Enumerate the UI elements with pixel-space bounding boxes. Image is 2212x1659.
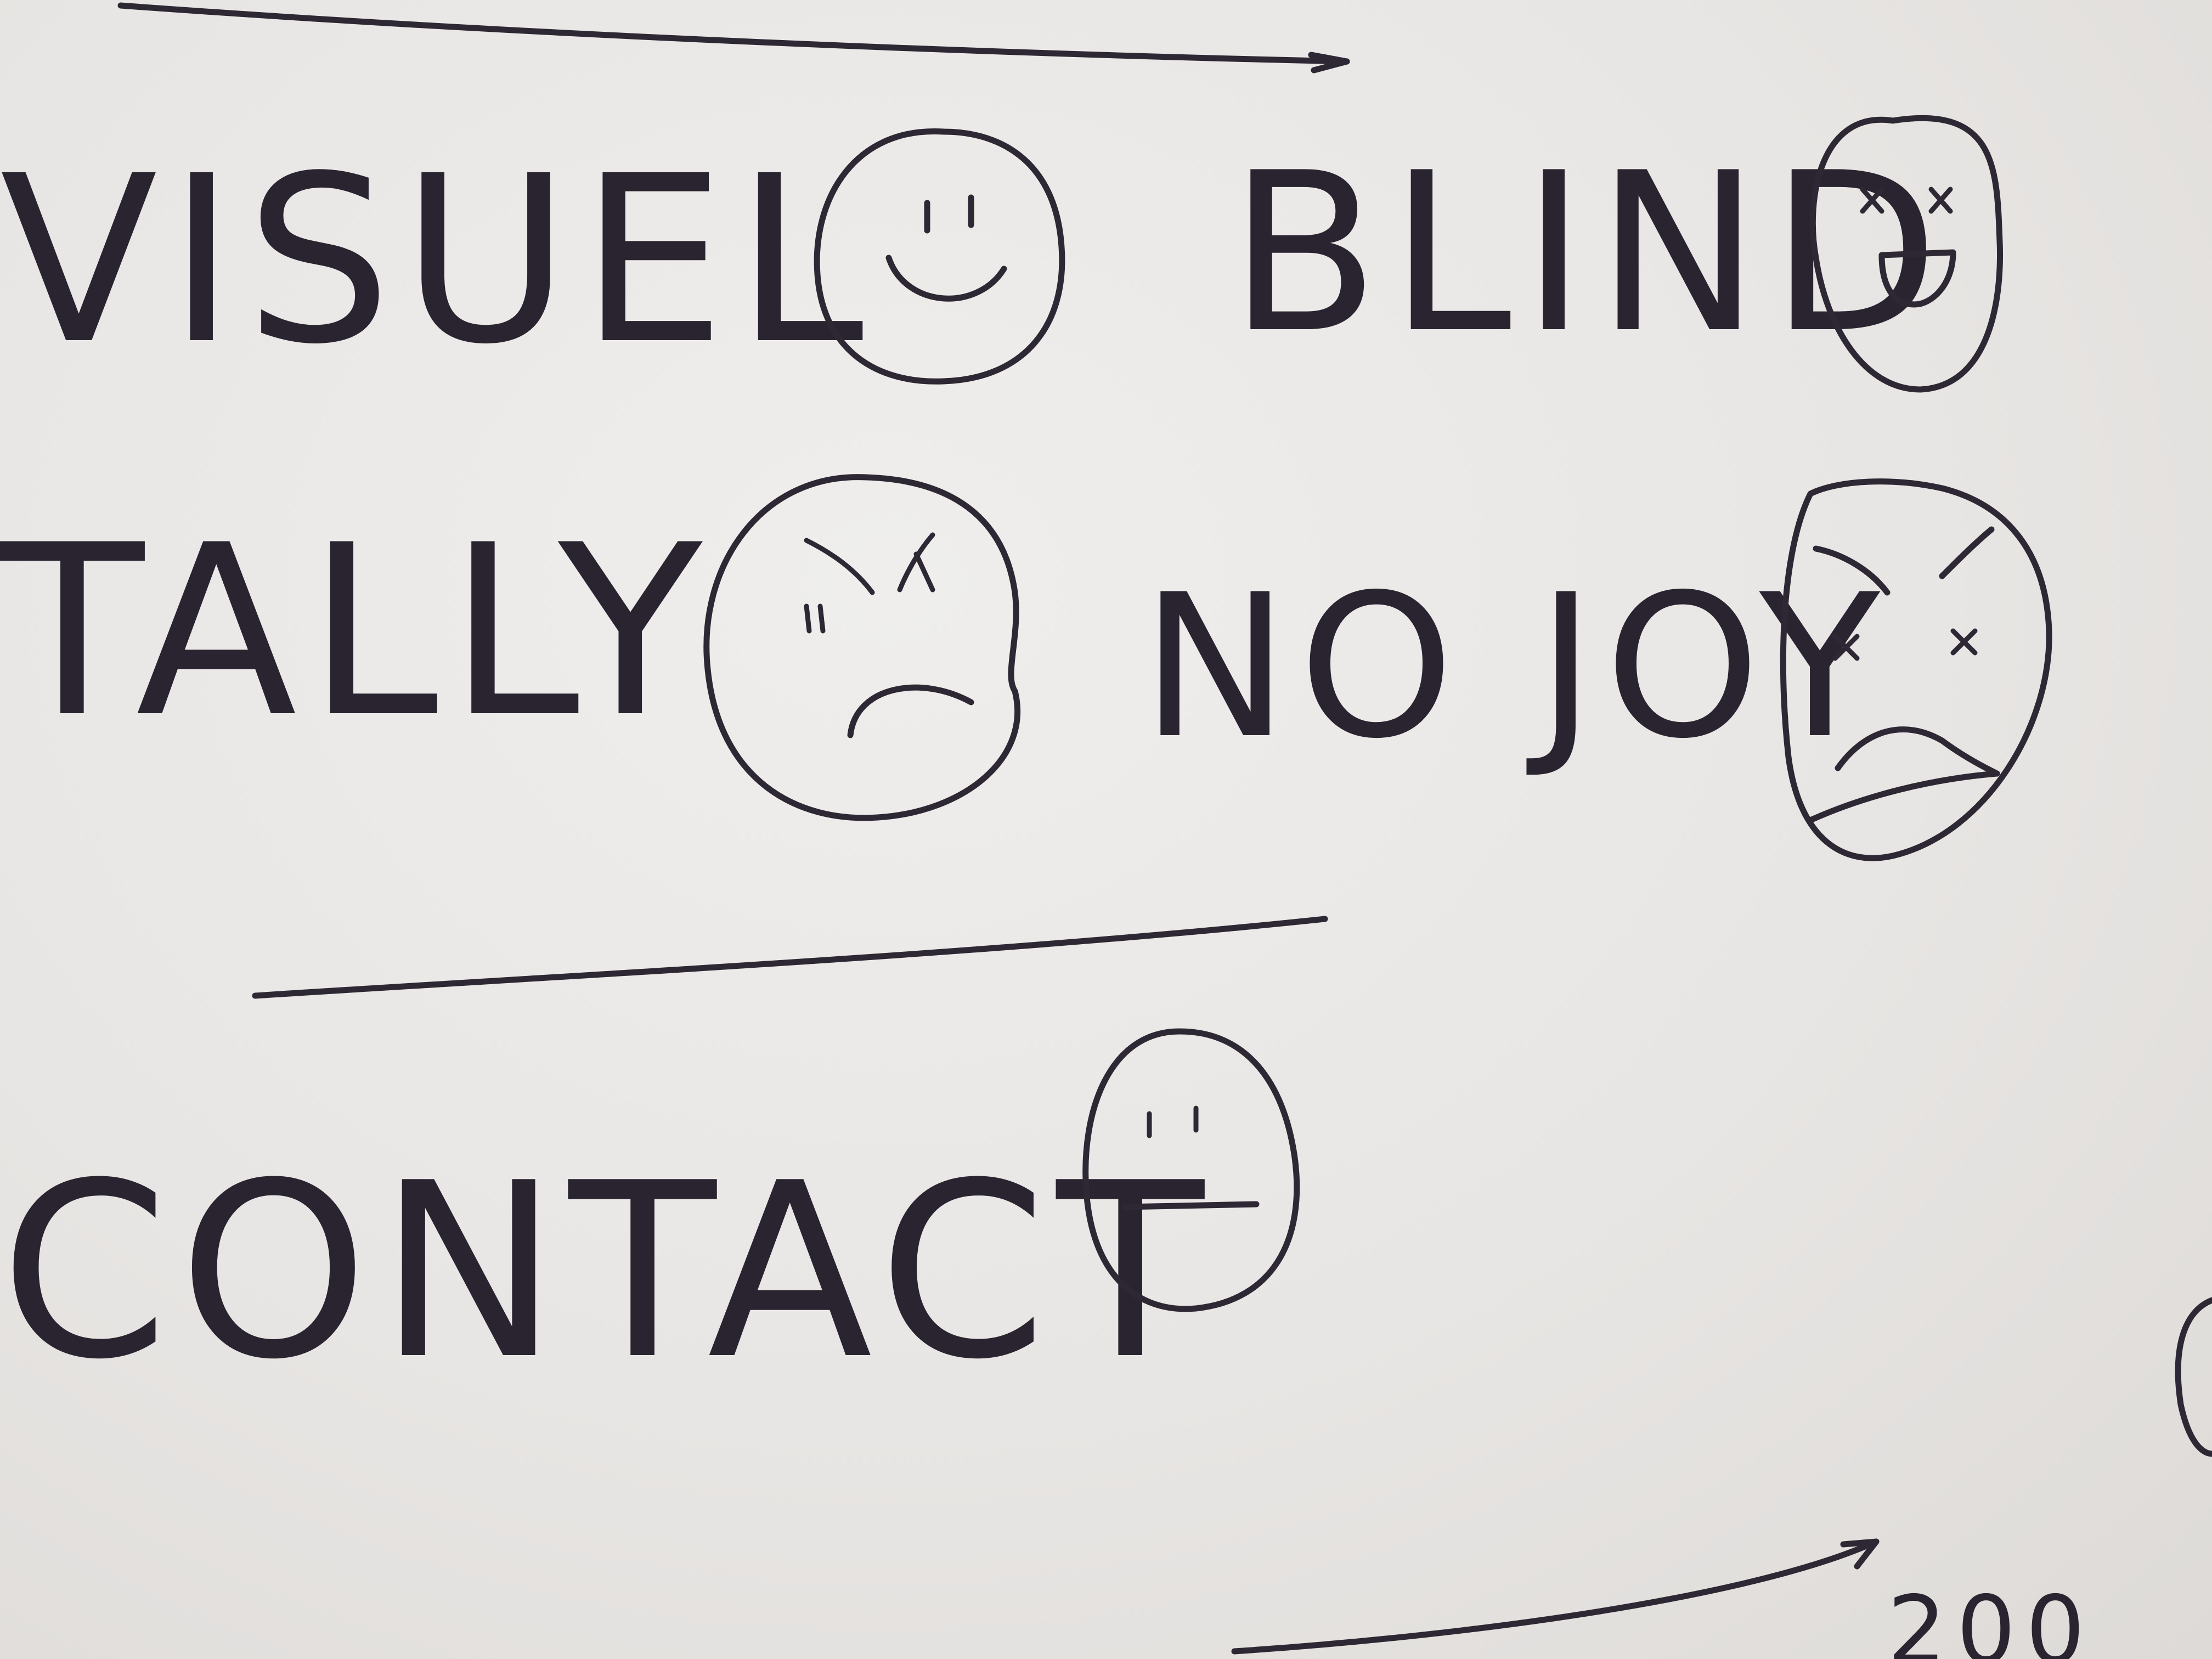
label-contact: CONTACT — [0, 1131, 1214, 1412]
angry-face-icon — [703, 474, 1021, 821]
partial-face-icon — [2175, 1297, 2212, 1457]
label-no-joy: NO JOY — [1141, 552, 1890, 782]
corner-number: 200 — [1887, 1576, 2095, 1659]
label-tally: TALLY — [0, 495, 712, 769]
middle-divider-line — [252, 916, 1328, 999]
top-divider-line — [117, 2, 1350, 65]
label-blind: BLIND — [1229, 126, 1949, 381]
sketch-drawing: VISUEL BLIND TALLY NO JOY CONTACT 200 — [0, 2, 2212, 1659]
bottom-divider-line — [1231, 1538, 1880, 1655]
label-visuel: VISUEL — [0, 127, 874, 395]
